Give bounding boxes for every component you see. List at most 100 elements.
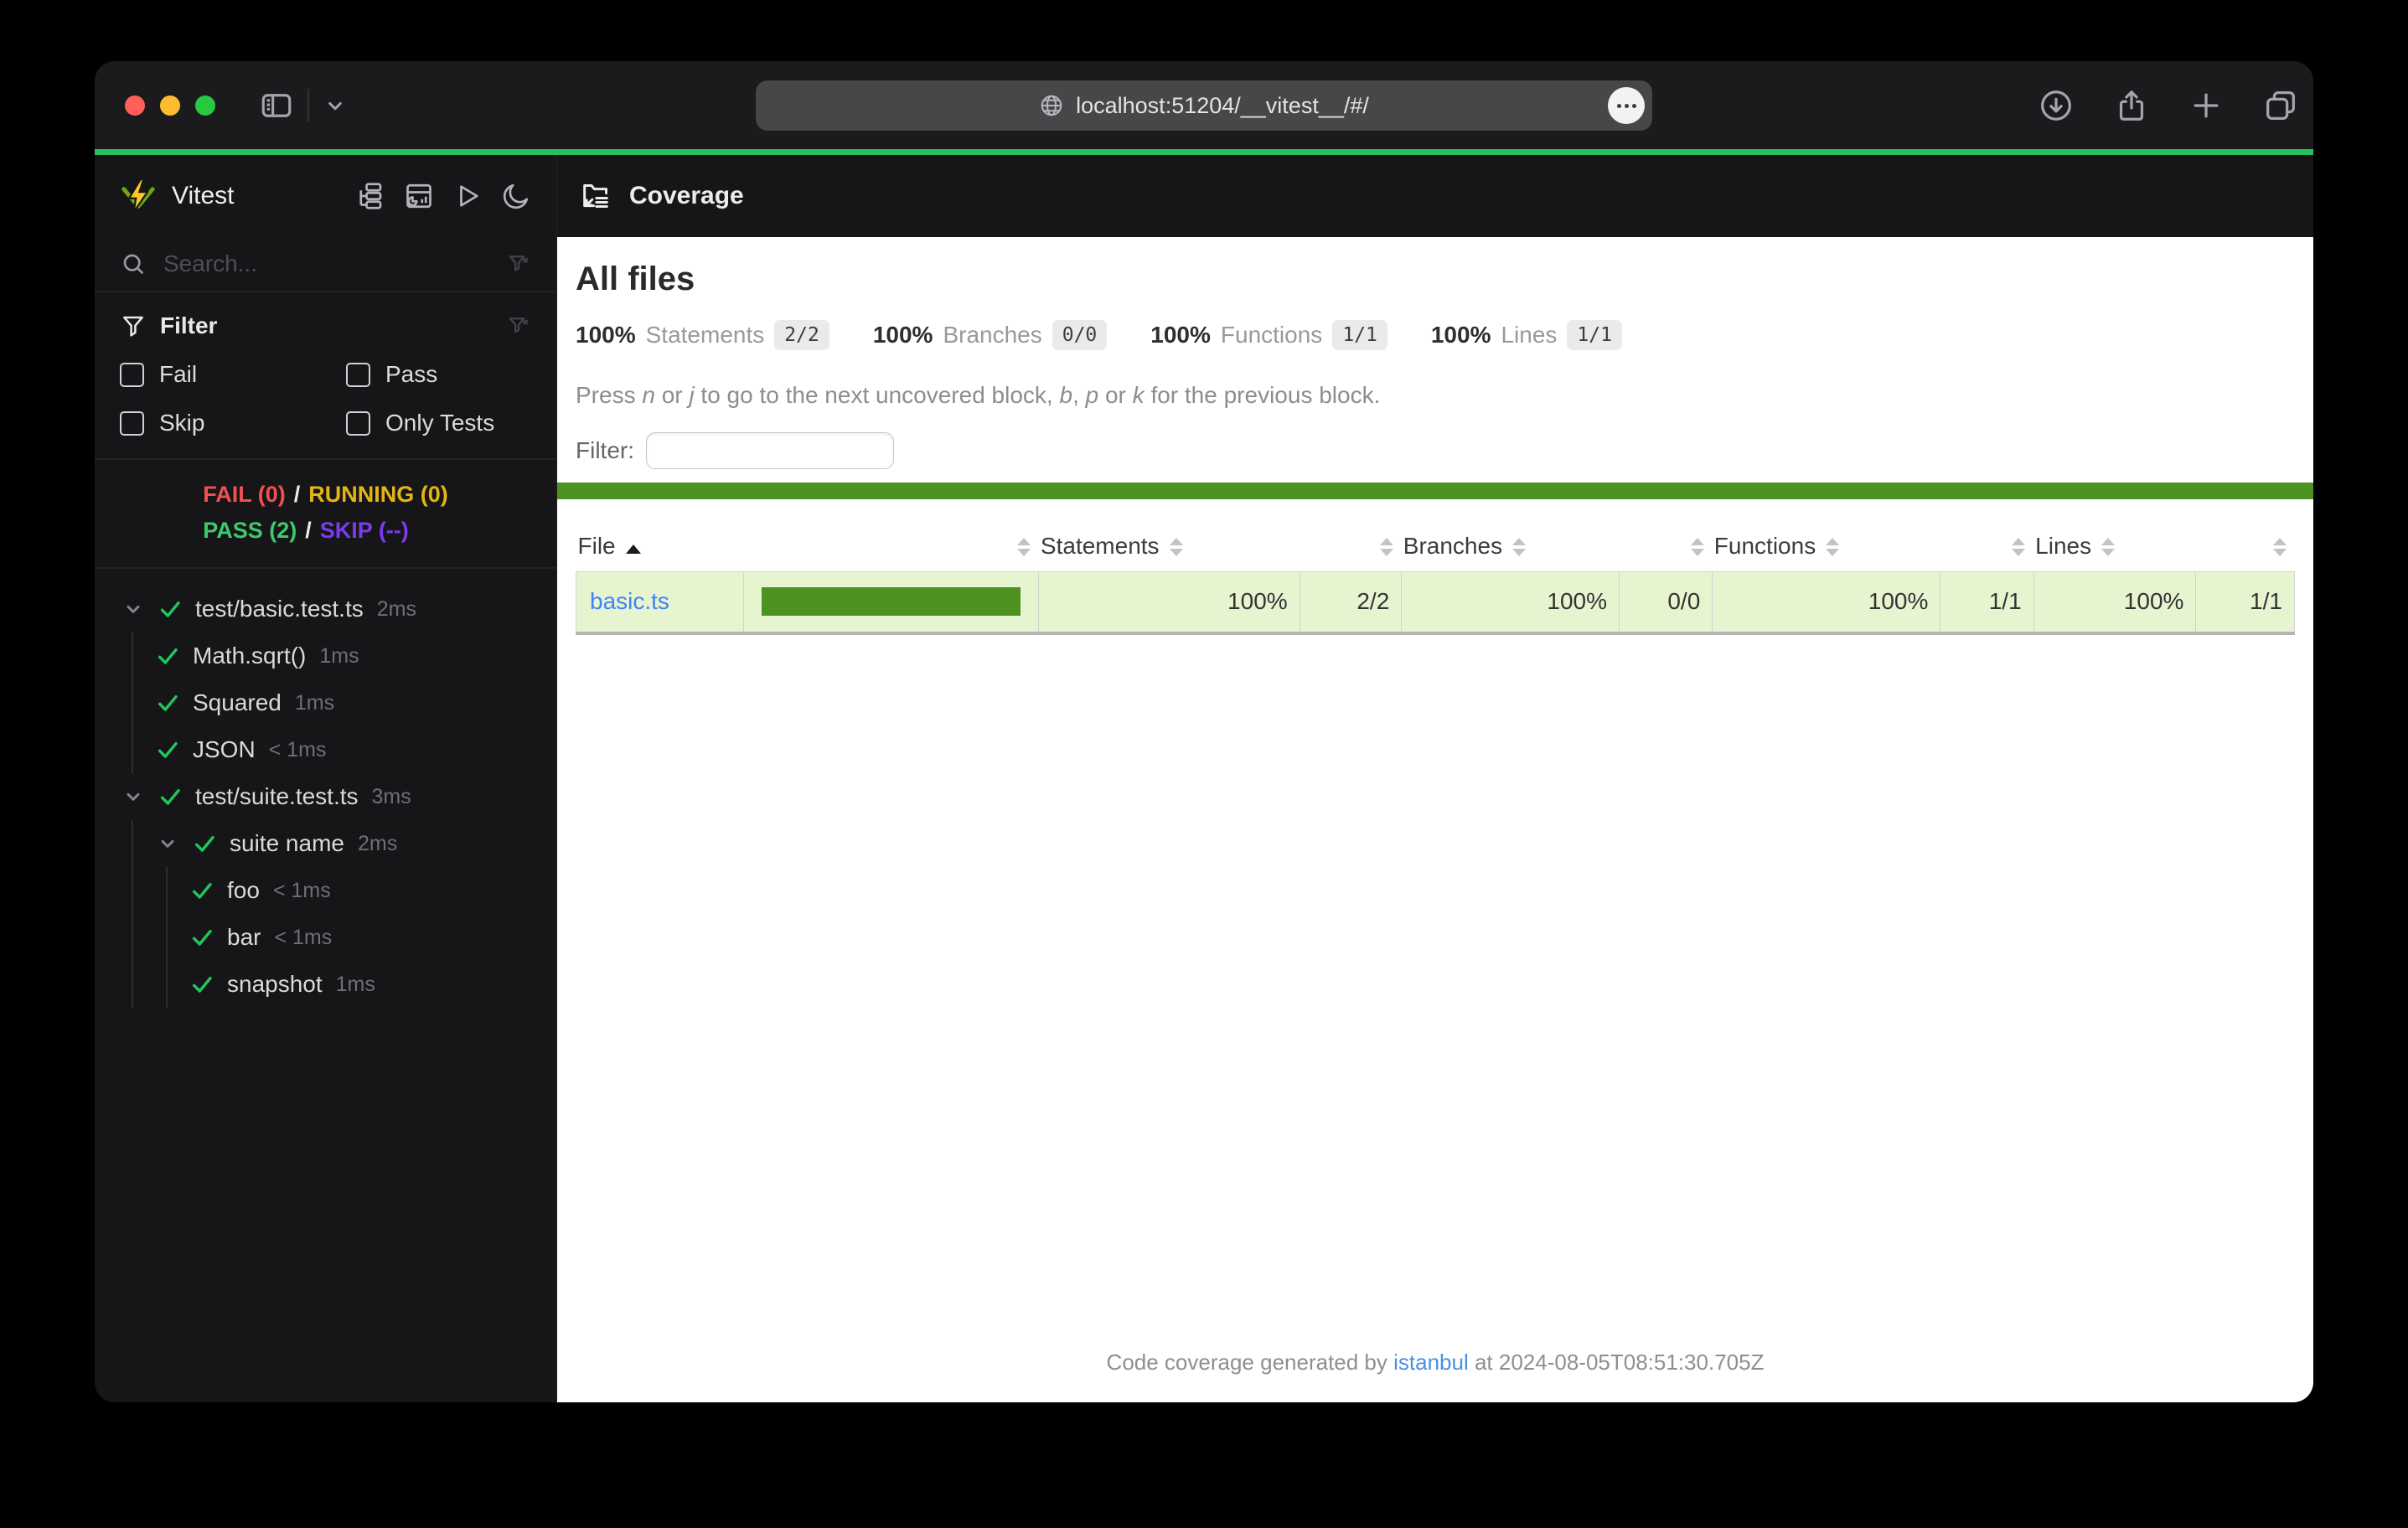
clear-filters-icon[interactable] bbox=[506, 313, 531, 338]
sorter-icon[interactable] bbox=[2012, 538, 2026, 557]
tree-item-test[interactable]: foo < 1ms bbox=[189, 867, 556, 914]
filter-checkbox-pass[interactable]: Pass bbox=[346, 361, 531, 388]
sidebar-toggle-icon[interactable] bbox=[259, 88, 294, 123]
tree-item-file[interactable]: test/basic.test.ts 2ms bbox=[120, 586, 556, 632]
filter-panel-title: Filter bbox=[160, 312, 218, 338]
chevron-down-icon[interactable] bbox=[323, 93, 348, 118]
close-window-button[interactable] bbox=[125, 95, 145, 116]
istanbul-link[interactable]: istanbul bbox=[1393, 1350, 1469, 1375]
file-filter-label: Filter: bbox=[576, 437, 634, 463]
column-header-statements[interactable]: Statements bbox=[1039, 521, 1300, 571]
pass-check-icon bbox=[157, 596, 183, 622]
column-header-chart[interactable] bbox=[743, 521, 1038, 571]
filter-checkbox-fail[interactable]: Fail bbox=[120, 361, 346, 388]
page-settings-button[interactable] bbox=[1608, 87, 1645, 124]
column-header-file[interactable]: File bbox=[576, 521, 744, 571]
filter-checkbox-only-tests[interactable]: Only Tests bbox=[346, 410, 531, 436]
stat-statements: 100% Statements 2/2 bbox=[576, 320, 829, 350]
column-header-branches[interactable]: Branches bbox=[1402, 521, 1620, 571]
tree-item-label: Math.sqrt() bbox=[193, 643, 307, 668]
vitest-accent-line bbox=[95, 149, 2313, 155]
filter-checkbox-skip[interactable]: Skip bbox=[120, 410, 346, 436]
functions-frac-cell: 1/1 bbox=[1940, 570, 2034, 634]
tree-item-duration: 3ms bbox=[371, 784, 411, 808]
column-header-functions[interactable]: Functions bbox=[1713, 521, 1940, 571]
browser-window: localhost:51204/__vitest__/#/ Vitest Sea… bbox=[95, 61, 2313, 1402]
page-title: All files bbox=[576, 261, 695, 297]
zoom-window-button[interactable] bbox=[195, 95, 215, 116]
tab-overview-icon[interactable] bbox=[2261, 86, 2300, 125]
minimize-window-button[interactable] bbox=[160, 95, 180, 116]
downloads-icon[interactable] bbox=[2037, 86, 2075, 125]
checkbox-box[interactable] bbox=[120, 362, 144, 387]
pass-check-icon bbox=[189, 924, 215, 951]
file-link[interactable]: basic.ts bbox=[590, 588, 669, 614]
tree-item-test[interactable]: Squared 1ms bbox=[154, 679, 556, 726]
sidebar: Vitest Search... Filter Fail Pass Skip O… bbox=[95, 155, 556, 1402]
column-header-lines[interactable]: Lines bbox=[2033, 521, 2196, 571]
column-header-functions-raw[interactable] bbox=[1940, 521, 2033, 571]
sorter-icon[interactable] bbox=[1512, 538, 1527, 557]
chevron-down-icon[interactable] bbox=[120, 783, 147, 810]
search-bar[interactable]: Search... bbox=[95, 237, 556, 292]
tree-item-label: snapshot bbox=[227, 971, 323, 997]
tree-item-duration: 2ms bbox=[357, 831, 398, 855]
chevron-down-icon[interactable] bbox=[120, 596, 147, 622]
sorter-icon[interactable] bbox=[2101, 538, 2116, 557]
run-all-icon[interactable] bbox=[452, 181, 483, 211]
stat-label: Branches bbox=[943, 322, 1042, 348]
traffic-lights bbox=[95, 95, 215, 116]
sorter-icon[interactable] bbox=[1016, 538, 1031, 557]
stat-lines: 100% Lines 1/1 bbox=[1431, 320, 1622, 350]
sorter-icon[interactable] bbox=[1169, 538, 1183, 557]
tree-item-test[interactable]: Math.sqrt() 1ms bbox=[154, 632, 556, 679]
globe-icon bbox=[1039, 93, 1064, 118]
main-panel: Coverage All files 100% Statements 2/2 1… bbox=[556, 155, 2313, 1402]
sorter-icon[interactable] bbox=[2272, 538, 2287, 557]
share-icon[interactable] bbox=[2112, 86, 2151, 125]
checkbox-box[interactable] bbox=[346, 362, 370, 387]
table-row: basic.ts 100% 2/2 100% 0/0 100% 1/1 100% bbox=[576, 570, 2295, 634]
coverage-divider-bar bbox=[557, 483, 2313, 499]
pass-check-icon bbox=[154, 643, 181, 669]
chevron-down-icon[interactable] bbox=[154, 830, 181, 857]
tree-item-test[interactable]: JSON < 1ms bbox=[154, 726, 556, 773]
branches-frac-cell: 0/0 bbox=[1618, 570, 1713, 634]
clear-search-filter-icon[interactable] bbox=[506, 251, 531, 276]
tree-item-duration: 1ms bbox=[319, 643, 359, 668]
status-separator: / bbox=[305, 518, 312, 543]
coverage-stats: 100% Statements 2/2 100% Branches 0/0 10… bbox=[576, 320, 2295, 350]
column-header-statements-raw[interactable] bbox=[1300, 521, 1402, 571]
sorter-icon[interactable] bbox=[1379, 538, 1393, 557]
checkbox-label: Pass bbox=[385, 361, 438, 387]
stat-pct: 100% bbox=[1430, 322, 1491, 348]
sorter-icon[interactable] bbox=[1690, 538, 1704, 557]
new-tab-icon[interactable] bbox=[2188, 87, 2225, 124]
column-header-branches-raw[interactable] bbox=[1620, 521, 1713, 571]
coverage-pane-title: Coverage bbox=[629, 182, 744, 209]
sorter-icon[interactable] bbox=[1826, 538, 1840, 557]
dashboard-icon[interactable] bbox=[404, 181, 434, 211]
stat-label: Statements bbox=[645, 322, 765, 348]
checkbox-box[interactable] bbox=[120, 410, 144, 436]
checkbox-box[interactable] bbox=[346, 410, 370, 436]
column-header-lines-raw[interactable] bbox=[2196, 521, 2295, 571]
tree-item-suite[interactable]: suite name 2ms bbox=[154, 820, 556, 867]
tree-item-test[interactable]: snapshot 1ms bbox=[189, 961, 556, 1008]
tree-view-icon[interactable] bbox=[355, 181, 385, 211]
chrome-divider bbox=[307, 88, 309, 122]
keyboard-hint: Press n or j to go to the next uncovered… bbox=[576, 382, 1381, 408]
dark-mode-icon[interactable] bbox=[501, 181, 531, 211]
test-tree: test/basic.test.ts 2ms Math.sqrt() 1ms S… bbox=[95, 569, 556, 1008]
address-bar[interactable]: localhost:51204/__vitest__/#/ bbox=[756, 80, 1652, 131]
status-separator: / bbox=[293, 482, 301, 507]
report-footer: Code coverage generated by istanbul at 2… bbox=[1106, 1350, 1765, 1375]
table-header-row: File Statements Branches Functions Lines bbox=[576, 521, 2295, 571]
search-icon bbox=[120, 250, 147, 277]
file-filter-input[interactable] bbox=[646, 432, 894, 469]
tree-item-duration: < 1ms bbox=[274, 925, 333, 949]
tree-item-test[interactable]: bar < 1ms bbox=[189, 914, 556, 961]
filter-panel: Filter Fail Pass Skip Only Tests bbox=[95, 292, 556, 460]
pass-check-icon bbox=[157, 783, 183, 810]
tree-item-file[interactable]: test/suite.test.ts 3ms bbox=[120, 773, 556, 820]
